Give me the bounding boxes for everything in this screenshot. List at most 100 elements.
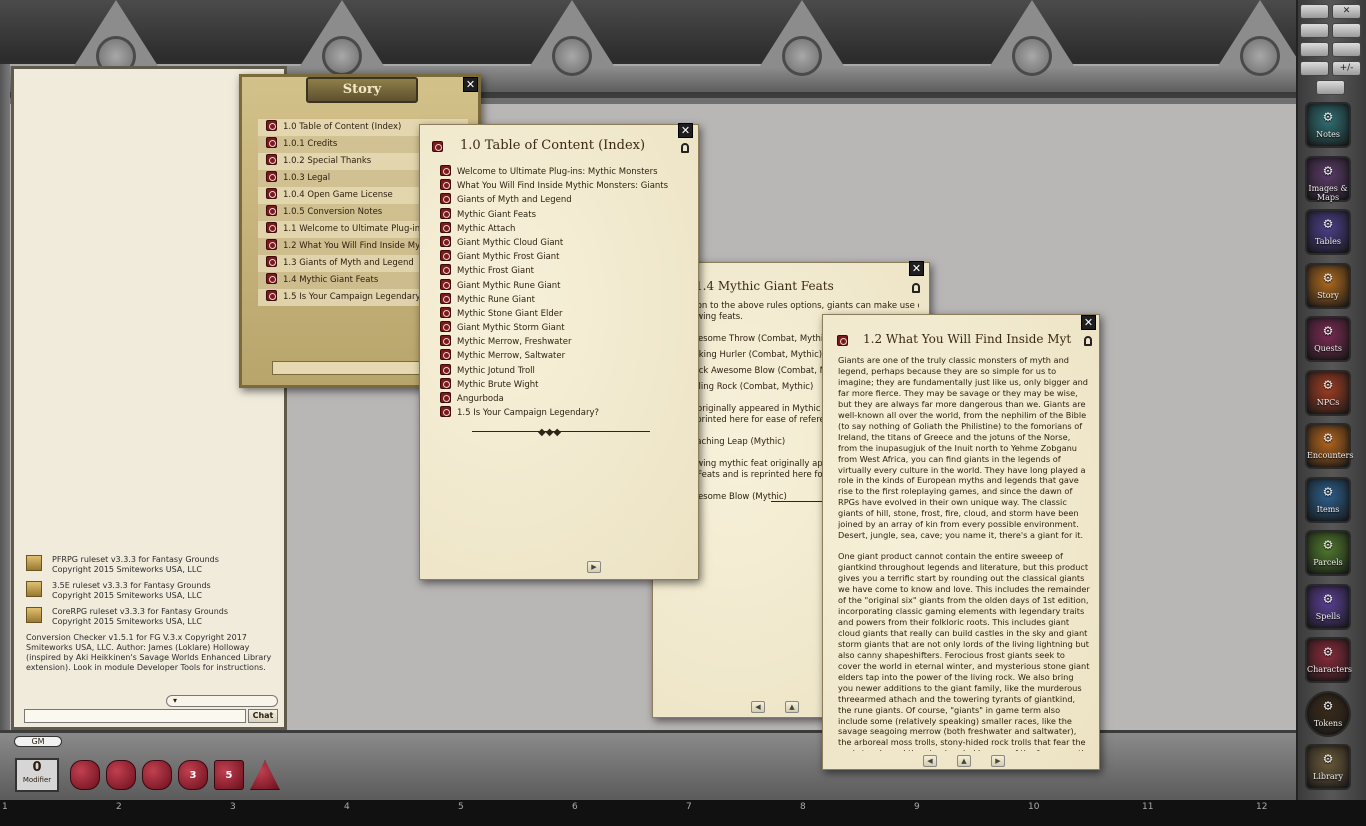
sidebar-tables-button[interactable]: ⚙ Tables (1305, 209, 1351, 255)
toc-link[interactable]: Mythic Attach (440, 221, 690, 236)
link-icon[interactable] (440, 406, 451, 418)
d20-die[interactable] (70, 760, 100, 790)
story-item-label: 1.0 Table of Content (Index) (283, 122, 402, 132)
toc-link-label: Mythic Giant Feats (457, 209, 537, 220)
toc-link[interactable]: Mythic Frost Giant (440, 264, 690, 278)
modifier-tool-button[interactable]: +/- (1332, 61, 1361, 76)
link-icon[interactable] (440, 264, 451, 276)
toc-link-label: Giant Mythic Rune Giant (457, 280, 561, 291)
link-icon[interactable] (837, 335, 848, 346)
sidebar-images-maps-button[interactable]: ⚙ Images & Maps (1305, 155, 1351, 202)
sidebar-story-button[interactable]: ⚙ Story (1305, 262, 1351, 309)
next-page-button[interactable]: ▶ (991, 755, 1005, 767)
toc-link[interactable]: Giant Mythic Rune Giant (440, 278, 690, 293)
toc-link-label: Mythic Frost Giant (457, 266, 534, 277)
toc-link[interactable]: Giants of Myth and Legend (440, 193, 690, 207)
toc-link[interactable]: Giant Mythic Frost Giant (440, 250, 690, 264)
toc-link[interactable]: Mythic Stone Giant Elder (440, 306, 690, 321)
toc-link[interactable]: Giant Mythic Storm Giant (440, 321, 690, 335)
chat-mode-select[interactable]: ▾ (166, 695, 278, 707)
d10-die[interactable] (142, 760, 172, 790)
close-icon[interactable]: ✕ (1081, 315, 1096, 330)
sidebar-library-button[interactable]: ⚙ Library (1305, 744, 1351, 790)
sidebar-tokens-button[interactable]: ⚙ Tokens (1305, 690, 1351, 737)
sidebar-encounters-button[interactable]: ⚙ Encounters (1305, 423, 1353, 469)
link-icon[interactable] (266, 239, 277, 250)
toc-link[interactable]: What You Will Find Inside Mythic Monster… (440, 179, 690, 193)
link-icon[interactable] (440, 207, 451, 219)
toc-link[interactable]: Mythic Rune Giant (440, 292, 690, 307)
toc-link[interactable]: Mythic Merrow, Freshwater (440, 335, 690, 349)
chat-send-button[interactable]: Chat (248, 709, 278, 723)
sidebar-quests-button[interactable]: ⚙ Quests (1305, 316, 1351, 362)
link-icon[interactable] (440, 335, 451, 347)
sidebar-npcs-button[interactable]: ⚙ NPCs (1305, 369, 1351, 416)
frame-tool-button[interactable] (1300, 4, 1329, 19)
d12-die[interactable] (106, 760, 136, 790)
record-tool-button[interactable] (1300, 61, 1329, 76)
link-icon[interactable] (440, 292, 451, 304)
toc-link[interactable]: 1.5 Is Your Campaign Legendary? (440, 406, 690, 420)
link-icon[interactable] (266, 171, 277, 182)
link-icon[interactable] (266, 154, 277, 165)
toc-link[interactable]: Mythic Brute Wight (440, 377, 690, 392)
modifier-box[interactable]: 0 Modifier (15, 758, 59, 792)
lock-icon[interactable] (912, 283, 920, 293)
prev-page-button[interactable]: ◀ (923, 755, 937, 767)
sidebar-notes-button[interactable]: ⚙ Notes (1305, 102, 1351, 148)
link-icon[interactable] (266, 273, 277, 284)
link-icon[interactable] (440, 321, 451, 333)
toc-link[interactable]: Mythic Giant Feats (440, 207, 690, 222)
up-button[interactable]: ▲ (957, 755, 971, 767)
link-icon[interactable] (266, 222, 277, 233)
light-tool-button[interactable] (1332, 42, 1361, 57)
link-icon[interactable] (266, 137, 277, 148)
player-tool-button[interactable] (1316, 80, 1345, 95)
link-icon[interactable] (432, 141, 443, 152)
lighting-tool-button[interactable] (1300, 23, 1329, 38)
next-page-button[interactable]: ▶ (587, 561, 601, 573)
link-icon[interactable] (440, 306, 451, 318)
close-icon[interactable]: ✕ (678, 123, 693, 138)
link-icon[interactable] (440, 392, 451, 403)
story-item-label: 1.0.3 Legal (283, 173, 331, 183)
link-icon[interactable] (440, 165, 451, 176)
link-icon[interactable] (266, 120, 277, 131)
chat-input[interactable] (24, 709, 246, 723)
link-icon[interactable] (266, 188, 277, 199)
link-icon[interactable] (440, 278, 451, 290)
link-icon[interactable] (440, 235, 451, 247)
sidebar-items-button[interactable]: ⚙ Items (1305, 476, 1351, 523)
link-icon[interactable] (440, 349, 451, 361)
d6-die[interactable]: 5 (214, 760, 244, 790)
toc-link[interactable]: Mythic Merrow, Saltwater (440, 349, 690, 363)
lock-icon[interactable] (681, 143, 689, 153)
toc-link[interactable]: Giant Mythic Cloud Giant (440, 235, 690, 250)
link-icon[interactable] (440, 221, 451, 233)
toc-link[interactable]: Angurboda (440, 392, 690, 406)
link-icon[interactable] (440, 179, 451, 191)
link-icon[interactable] (266, 256, 277, 267)
prev-page-button[interactable]: ◀ (751, 701, 765, 713)
options-tool-button[interactable] (1332, 23, 1361, 38)
toc-link-label: Giant Mythic Frost Giant (457, 252, 560, 263)
close-icon[interactable]: ✕ (463, 77, 478, 92)
camera-tool-button[interactable] (1300, 42, 1329, 57)
link-icon[interactable] (266, 290, 277, 301)
library-icon: ⚙ (1322, 752, 1334, 766)
lock-icon[interactable] (1084, 336, 1092, 346)
d8-die[interactable]: 3 (178, 760, 208, 790)
up-button[interactable]: ▲ (785, 701, 799, 713)
sidebar-parcels-button[interactable]: ⚙ Parcels (1305, 530, 1351, 576)
link-icon[interactable] (440, 363, 451, 375)
toc-link[interactable]: Mythic Jotund Troll (440, 363, 690, 378)
toc-link[interactable]: Welcome to Ultimate Plug-ins: Mythic Mon… (440, 165, 690, 179)
sidebar-spells-button[interactable]: ⚙ Spells (1305, 583, 1351, 630)
link-icon[interactable] (266, 205, 277, 216)
link-icon[interactable] (440, 377, 451, 389)
close-tool-button[interactable]: ✕ (1332, 4, 1361, 19)
link-icon[interactable] (440, 250, 451, 262)
sidebar-characters-button[interactable]: ⚙ Characters (1305, 637, 1352, 683)
link-icon[interactable] (440, 193, 451, 205)
close-icon[interactable]: ✕ (909, 261, 924, 276)
